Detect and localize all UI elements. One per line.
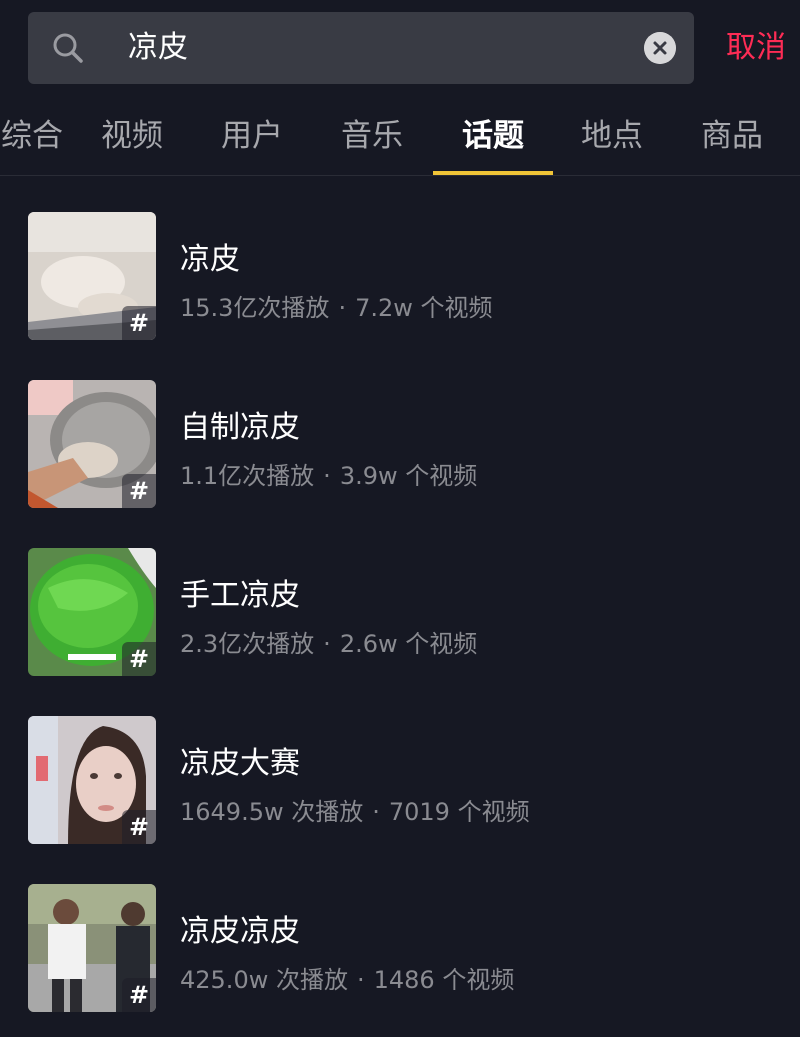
- video-count: 7.2w 个视频: [355, 294, 493, 322]
- active-tab-indicator: [433, 171, 553, 175]
- topic-thumbnail: #: [28, 884, 156, 1012]
- topic-hash-icon: #: [122, 642, 156, 676]
- topic-thumbnail: #: [28, 380, 156, 508]
- tab-users[interactable]: 用户: [192, 96, 312, 176]
- play-count: 2.3亿次播放: [180, 630, 315, 658]
- topic-title: 凉皮凉皮: [180, 914, 300, 949]
- topic-item[interactable]: # 自制凉皮 1.1亿次播放 · 3.9w 个视频: [28, 380, 772, 508]
- topic-stats: 15.3亿次播放 · 7.2w 个视频: [180, 288, 493, 323]
- separator-dot: ·: [323, 462, 331, 490]
- tab-topics[interactable]: 话题: [433, 96, 553, 176]
- topic-title: 手工凉皮: [180, 578, 300, 613]
- separator-dot: ·: [372, 798, 380, 826]
- video-count: 1486 个视频: [373, 966, 515, 994]
- video-count: 3.9w 个视频: [339, 462, 478, 490]
- topic-title: 凉皮大赛: [180, 746, 300, 781]
- topic-thumbnail: #: [28, 212, 156, 340]
- tab-places[interactable]: 地点: [552, 96, 672, 176]
- play-count: 1649.5w 次播放: [180, 798, 364, 826]
- separator-dot: ·: [356, 966, 365, 994]
- clear-icon[interactable]: [644, 32, 676, 64]
- topic-hash-icon: #: [122, 810, 156, 844]
- topic-hash-icon: #: [122, 306, 156, 340]
- topic-hash-icon: #: [122, 474, 156, 508]
- play-count: 15.3亿次播放: [180, 294, 330, 322]
- topic-stats: 2.3亿次播放 · 2.6w 个视频: [180, 624, 477, 659]
- search-box[interactable]: 凉皮: [28, 12, 694, 84]
- topic-thumbnail: #: [28, 548, 156, 676]
- play-count: 1.1亿次播放: [180, 462, 315, 490]
- tab-bar: 综合 视频 用户 音乐 话题 地点 商品: [0, 96, 800, 176]
- topic-thumbnail: #: [28, 716, 156, 844]
- cancel-button[interactable]: 取消: [726, 12, 786, 84]
- topic-stats: 425.0w 次播放 · 1486 个视频: [180, 960, 514, 995]
- topic-stats: 1649.5w 次播放 · 7019 个视频: [180, 792, 530, 827]
- search-icon: [53, 33, 83, 63]
- topic-item[interactable]: # 手工凉皮 2.3亿次播放 · 2.6w 个视频: [28, 548, 772, 676]
- topic-item[interactable]: # 凉皮凉皮 425.0w 次播放 · 1486 个视频: [28, 884, 772, 1012]
- topic-title: 自制凉皮: [180, 410, 300, 445]
- play-count: 425.0w 次播放: [180, 966, 348, 994]
- topic-item[interactable]: # 凉皮 15.3亿次播放 · 7.2w 个视频: [28, 212, 772, 340]
- video-count: 2.6w 个视频: [339, 630, 478, 658]
- topic-hash-icon: #: [122, 978, 156, 1012]
- separator-dot: ·: [338, 294, 347, 322]
- tab-music[interactable]: 音乐: [312, 96, 432, 176]
- video-count: 7019 个视频: [388, 798, 530, 826]
- tab-videos[interactable]: 视频: [72, 96, 192, 176]
- tab-products[interactable]: 商品: [672, 96, 792, 176]
- topic-title: 凉皮: [180, 242, 240, 277]
- search-input[interactable]: 凉皮: [128, 12, 648, 84]
- separator-dot: ·: [323, 630, 331, 658]
- topic-stats: 1.1亿次播放 · 3.9w 个视频: [180, 456, 477, 491]
- topic-item[interactable]: # 凉皮大赛 1649.5w 次播放 · 7019 个视频: [28, 716, 772, 844]
